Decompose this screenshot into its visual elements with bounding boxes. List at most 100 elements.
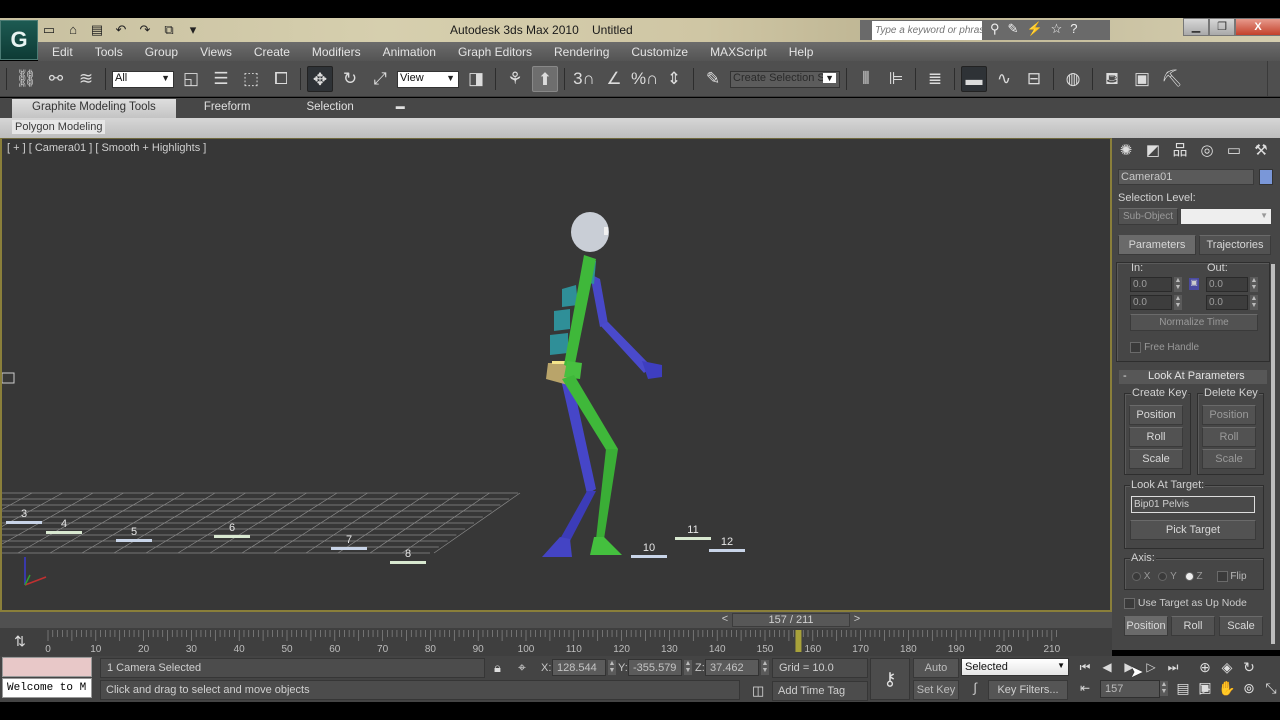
go-to-start-icon[interactable]: ⏮	[1074, 658, 1096, 676]
application-button[interactable]: G	[0, 20, 38, 60]
edit-named-selection-icon[interactable]: ✎	[700, 66, 726, 92]
trajectories-tab[interactable]: Trajectories	[1199, 235, 1271, 255]
z-coordinate-field[interactable]	[705, 659, 759, 676]
select-and-rotate-icon[interactable]: ↻	[337, 66, 363, 92]
menu-maxscript[interactable]: MAXScript	[699, 45, 778, 59]
motion-tab-icon[interactable]: ◎	[1195, 140, 1219, 162]
menu-graph-editors[interactable]: Graph Editors	[447, 45, 543, 59]
wrench-icon[interactable]: ✎	[1008, 21, 1019, 37]
z-spinner[interactable]: ▲ ▼	[761, 660, 769, 675]
create-key-position-button[interactable]: Position	[1129, 405, 1183, 425]
named-selection-dropdown[interactable]: Create Selection Se ▼	[730, 70, 840, 88]
default-tangent-icon[interactable]: ∫	[964, 680, 986, 700]
minimize-button[interactable]: ▁	[1183, 18, 1209, 36]
field-of-view-icon[interactable]: ▷	[1194, 678, 1216, 698]
object-color-swatch[interactable]	[1259, 169, 1273, 185]
delete-key-scale-button[interactable]: Scale	[1202, 449, 1256, 469]
time-configuration-icon[interactable]: ▤	[1172, 678, 1194, 698]
look-at-target-field[interactable]	[1131, 496, 1255, 513]
qat-dropdown-icon[interactable]: ▾	[184, 21, 202, 39]
angle-snap-icon[interactable]: ∠	[601, 66, 627, 92]
close-button[interactable]: X	[1235, 18, 1280, 36]
selection-lock-icon[interactable]: 🔒︎	[494, 660, 501, 676]
out-field-2[interactable]	[1206, 295, 1248, 310]
selection-filter-dropdown[interactable]: All ▼	[112, 70, 174, 88]
roll-button[interactable]: Roll	[1171, 616, 1215, 636]
select-object-icon[interactable]: ◱	[178, 66, 204, 92]
in-spinner-1[interactable]: ▲ ▼	[1174, 277, 1182, 292]
link-icon[interactable]: ⛓	[13, 66, 39, 92]
axis-z-radio[interactable]: Z	[1184, 571, 1203, 582]
undo-icon[interactable]: ↶	[112, 21, 130, 39]
snaps-toggle-icon[interactable]: 3∩	[571, 66, 597, 92]
parameters-tab[interactable]: Parameters	[1118, 235, 1196, 255]
modify-tab-icon[interactable]: ◩	[1141, 140, 1165, 162]
help-icon[interactable]: ?	[1070, 21, 1077, 37]
in-field-1[interactable]	[1130, 277, 1172, 292]
menu-animation[interactable]: Animation	[372, 45, 447, 59]
mirror-icon[interactable]: ⫴	[853, 66, 879, 92]
menu-views[interactable]: Views	[189, 45, 243, 59]
percent-snap-icon[interactable]: %∩	[631, 66, 658, 92]
create-key-roll-button[interactable]: Roll	[1129, 427, 1183, 447]
add-time-tag[interactable]: Add Time Tag	[772, 681, 868, 701]
time-slider-next-button[interactable]: >	[850, 613, 864, 627]
key-mode-toggle-icon[interactable]: ⇤	[1074, 679, 1096, 697]
menu-create[interactable]: Create	[243, 45, 301, 59]
bind-space-warp-icon[interactable]: ≋	[73, 66, 99, 92]
y-spinner[interactable]: ▲ ▼	[684, 660, 692, 675]
maximize-viewport-icon[interactable]: ⤡	[1260, 678, 1280, 698]
material-editor-icon[interactable]: ◍	[1060, 66, 1086, 92]
in-spinner-2[interactable]: ▲ ▼	[1174, 295, 1182, 310]
normalize-time-button[interactable]: Normalize Time	[1130, 314, 1258, 331]
set-key-button[interactable]: Set Key	[913, 680, 959, 700]
pick-target-button[interactable]: Pick Target	[1130, 520, 1256, 540]
orbit-camera-icon[interactable]: ⊚	[1238, 678, 1260, 698]
unlink-icon[interactable]: ⚯	[43, 66, 69, 92]
flip-checkbox[interactable]: Flip	[1216, 571, 1247, 582]
tab-selection[interactable]: Selection	[278, 99, 381, 118]
orbit-icon[interactable]: ↻	[1238, 657, 1260, 677]
current-frame-field[interactable]	[1100, 680, 1160, 698]
scale-button[interactable]: Scale	[1219, 616, 1263, 636]
free-handle-checkbox[interactable]: Free Handle	[1130, 341, 1199, 353]
save-icon[interactable]: ▤	[88, 21, 106, 39]
hierarchy-tab-icon[interactable]: 品	[1168, 140, 1192, 162]
out-field-1[interactable]	[1206, 277, 1248, 292]
key-mode-dropdown[interactable]: Selected ▼	[961, 658, 1069, 676]
schematic-view-icon[interactable]: ⊟	[1021, 66, 1047, 92]
lock-icon[interactable]: ▣	[1189, 278, 1199, 290]
render-setup-icon[interactable]: ⛾	[1099, 66, 1125, 92]
redo-icon[interactable]: ↷	[136, 21, 154, 39]
rectangular-selection-icon[interactable]: ⬚	[238, 66, 264, 92]
maxscript-listener-output[interactable]: Welcome to M	[2, 678, 92, 698]
ribbon-options-icon[interactable]: ▬	[382, 99, 419, 118]
menu-edit[interactable]: Edit	[38, 45, 84, 59]
x-coordinate-field[interactable]	[552, 659, 606, 676]
x-spinner[interactable]: ▲ ▼	[608, 660, 616, 675]
menu-group[interactable]: Group	[134, 45, 189, 59]
layer-manager-icon[interactable]: ≣	[922, 66, 948, 92]
render-production-icon[interactable]: ⛏	[1159, 66, 1185, 92]
command-panel-scrollbar[interactable]	[1271, 264, 1275, 644]
open-mini-curve-editor-icon[interactable]: ⇅	[10, 633, 30, 651]
select-and-move-icon[interactable]: ✥	[307, 66, 333, 92]
satellite-icon[interactable]: ⚡	[1026, 21, 1042, 37]
time-slider-prev-button[interactable]: <	[718, 613, 732, 627]
rendered-frame-window-icon[interactable]: ▣	[1129, 66, 1155, 92]
zoom-all-icon[interactable]: ◈	[1216, 657, 1238, 677]
delete-key-position-button[interactable]: Position	[1202, 405, 1256, 425]
new-file-icon[interactable]: ▭	[40, 21, 58, 39]
out-spinner-1[interactable]: ▲ ▼	[1250, 277, 1258, 292]
sub-object-button[interactable]: Sub-Object	[1118, 208, 1178, 225]
go-to-end-icon[interactable]: ⏭	[1162, 658, 1184, 676]
favorites-star-icon[interactable]: ☆	[1051, 21, 1063, 37]
absolute-mode-transform-icon[interactable]: ⌖	[518, 659, 526, 676]
key-filters-button[interactable]: Key Filters...	[988, 680, 1068, 700]
project-folder-icon[interactable]: ⧉	[160, 21, 178, 39]
select-by-name-icon[interactable]: ☰	[208, 66, 234, 92]
object-name-field[interactable]	[1118, 169, 1254, 185]
menu-help[interactable]: Help	[778, 45, 825, 59]
maximize-button[interactable]: ❐	[1209, 18, 1235, 36]
tab-freeform[interactable]: Freeform	[176, 99, 279, 118]
